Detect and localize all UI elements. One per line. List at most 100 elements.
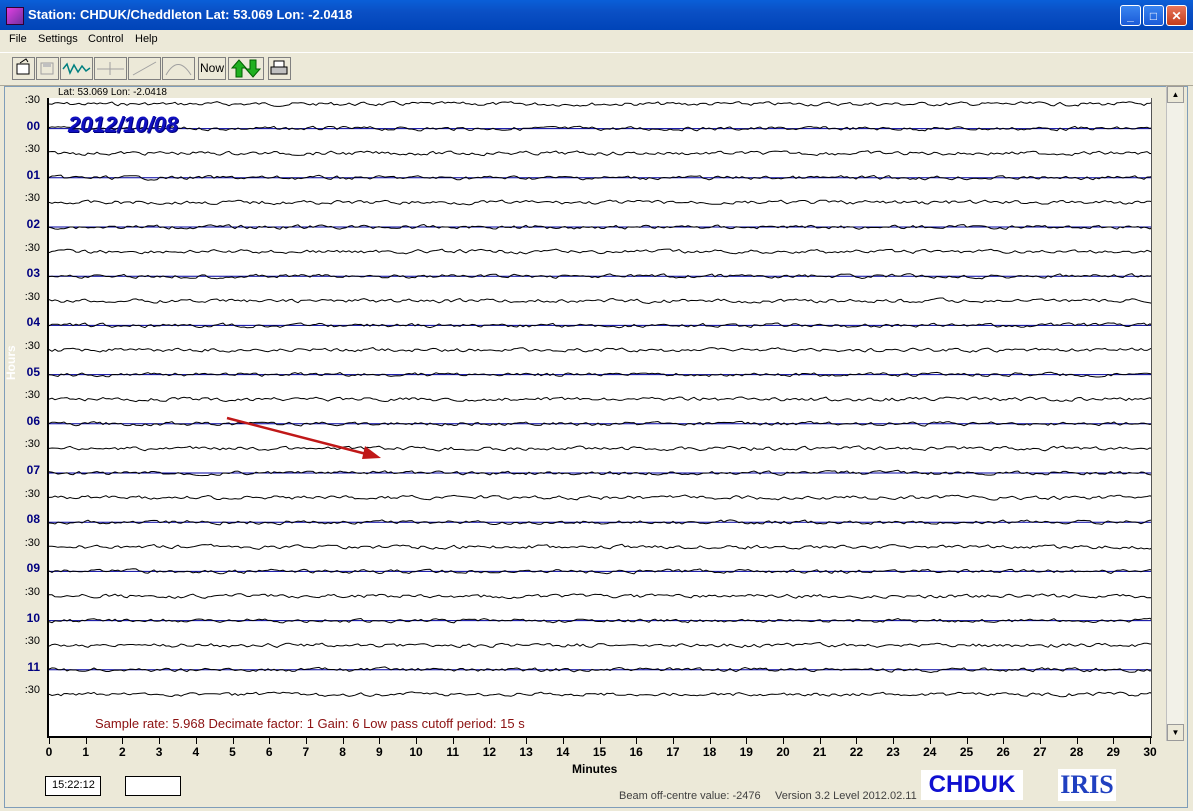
seismogram-traces: [49, 100, 1151, 698]
title-bar: Station: CHDUK/Cheddleton Lat: 53.069 Lo…: [0, 0, 1193, 30]
x-tick-label: 10: [409, 745, 423, 759]
x-tick-label: 3: [155, 745, 163, 759]
x-tick-mark: [1113, 738, 1115, 744]
x-tick-mark: [342, 738, 344, 744]
vertical-scrollbar[interactable]: ▲ ▼: [1166, 86, 1184, 741]
filter-icon[interactable]: [162, 57, 195, 80]
x-tick-label: 6: [265, 745, 273, 759]
iris-logo: IRIS: [1058, 769, 1116, 801]
x-tick-mark: [929, 738, 931, 744]
save-icon[interactable]: [36, 57, 59, 80]
time-display: 15:22:12: [45, 776, 101, 796]
scroll-up-button[interactable]: ▲: [1167, 86, 1184, 103]
x-tick-mark: [232, 738, 234, 744]
row-label: 00: [26, 118, 40, 133]
x-tick-label: 4: [192, 745, 200, 759]
waveform-icon[interactable]: [60, 57, 93, 80]
x-tick-label: 0: [45, 745, 53, 759]
row-label: :30: [24, 290, 40, 303]
beam-offset-text: Beam off-centre value: -2476: [619, 790, 761, 802]
seismic-trace: [49, 347, 1151, 353]
row-label: 03: [26, 266, 40, 281]
slope-icon[interactable]: [128, 57, 161, 80]
menu-control[interactable]: Control: [88, 33, 123, 45]
x-tick-mark: [269, 738, 271, 744]
row-label: :30: [24, 192, 40, 205]
close-button[interactable]: ✕: [1166, 5, 1187, 26]
row-label: :30: [24, 536, 40, 549]
seismic-trace: [49, 248, 1151, 255]
row-label: :30: [24, 586, 40, 598]
seismic-trace: [49, 494, 1151, 501]
menu-bar: File Settings Control Help: [0, 30, 1193, 49]
x-tick-mark: [122, 738, 124, 744]
x-axis-title: Minutes: [572, 762, 618, 776]
x-tick-label: 1: [82, 745, 90, 759]
row-label: 06: [26, 413, 40, 428]
x-tick-mark: [1039, 738, 1041, 744]
menu-help[interactable]: Help: [135, 33, 158, 45]
now-button[interactable]: Now: [198, 57, 226, 80]
x-tick-mark: [966, 738, 968, 744]
x-tick-label: 23: [886, 745, 900, 759]
row-label: 07: [26, 463, 40, 477]
x-tick-mark: [599, 738, 601, 744]
row-label: :30: [24, 94, 40, 106]
seismic-trace: [49, 543, 1151, 550]
row-label: :30: [24, 340, 40, 352]
version-text: Version 3.2 Level 2012.02.11: [775, 790, 917, 802]
printer-icon[interactable]: [268, 57, 291, 80]
seismic-trace: [49, 199, 1151, 206]
x-tick-mark: [819, 738, 821, 744]
seismic-trace: [49, 297, 1151, 305]
green-up-down-arrows-icon[interactable]: [228, 57, 264, 80]
x-tick-mark: [783, 738, 784, 744]
x-tick-label: 8: [339, 745, 346, 759]
row-label: 09: [26, 561, 40, 576]
x-tick-label: 18: [702, 745, 717, 759]
row-label: :30: [24, 389, 40, 402]
x-tick-label: 5: [229, 745, 236, 759]
x-tick-mark: [893, 738, 895, 744]
x-tick-label: 12: [482, 745, 497, 759]
seismic-trace: [49, 396, 1151, 403]
row-label: 02: [26, 217, 40, 231]
x-tick-label: 19: [739, 745, 753, 759]
x-tick-label: 21: [813, 745, 827, 759]
row-label: 08: [26, 512, 40, 527]
x-tick-mark: [1076, 738, 1078, 744]
x-tick-label: 13: [519, 745, 533, 759]
seismogram-plot[interactable]: [47, 98, 1152, 738]
seismic-trace: [49, 445, 1151, 452]
scroll-down-button[interactable]: ▼: [1167, 724, 1184, 741]
x-tick-mark: [526, 738, 528, 744]
row-label: :30: [24, 438, 40, 451]
row-label: 01: [26, 167, 40, 182]
row-label: 10: [26, 610, 40, 625]
menu-settings[interactable]: Settings: [38, 33, 78, 45]
x-tick-label: 11: [446, 745, 460, 759]
menu-file[interactable]: File: [9, 33, 27, 45]
x-tick-label: 20: [776, 745, 790, 759]
x-tick-mark: [1150, 738, 1151, 744]
window-title: Station: CHDUK/Cheddleton Lat: 53.069 Lo…: [28, 7, 353, 22]
x-tick-mark: [1003, 738, 1005, 744]
x-tick-label: 2: [119, 745, 126, 759]
minimize-button[interactable]: _: [1120, 5, 1141, 26]
x-tick-label: 7: [302, 745, 310, 759]
row-label: :30: [24, 241, 40, 254]
toolbar: Now: [0, 52, 1193, 86]
row-label: 11: [27, 659, 40, 674]
row-label: 04: [26, 315, 40, 330]
x-tick-label: 16: [629, 745, 643, 759]
open-file-icon[interactable]: [12, 57, 35, 80]
date-label: 2012/10/08: [68, 112, 179, 137]
maximize-button[interactable]: □: [1143, 5, 1164, 26]
x-tick-label: 14: [556, 745, 570, 759]
x-tick-label: 9: [375, 745, 383, 759]
x-tick-label: 26: [996, 745, 1010, 759]
x-tick-mark: [452, 738, 454, 744]
marker-icon[interactable]: [94, 57, 127, 80]
seismic-trace: [49, 593, 1151, 600]
x-tick-mark: [636, 738, 638, 744]
